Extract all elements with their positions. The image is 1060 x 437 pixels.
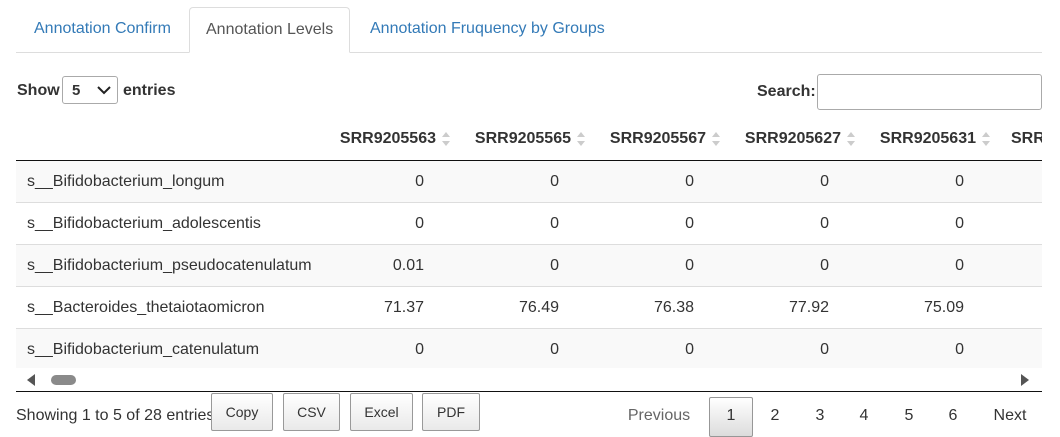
column-header-name[interactable] <box>16 118 316 161</box>
tab-annotation-levels[interactable]: Annotation Levels <box>189 7 351 53</box>
column-header-label: SRR9205627 <box>744 129 841 147</box>
pagination-page[interactable]: 3 <box>805 397 835 435</box>
table-cell: 0 <box>721 160 856 203</box>
pagination-page-current[interactable]: 1 <box>709 397 753 437</box>
table-cell: 0 <box>721 202 856 245</box>
table-cell-name: s__Bifidobacterium_adolescentis <box>16 202 316 245</box>
scrollbar-thumb[interactable] <box>51 375 76 385</box>
table-header-row: SRR9205563 SRR9205565 SRR9205567 SRR9205… <box>16 118 1042 161</box>
table-cell-name: s__Bifidobacterium_longum <box>16 160 316 203</box>
csv-button[interactable]: CSV <box>283 393 340 431</box>
table-cell: 0 <box>451 328 586 368</box>
pdf-button[interactable]: PDF <box>422 393 480 431</box>
column-header[interactable]: SRR9205565 <box>451 118 586 161</box>
column-header[interactable]: SRR9205563 <box>316 118 451 161</box>
pagination-page[interactable]: 2 <box>760 397 790 435</box>
table-cell: 76.49 <box>451 286 586 329</box>
tab-bar: Annotation Confirm Annotation Levels Ann… <box>16 0 1042 53</box>
table-cell <box>991 286 1042 329</box>
entries-select-value: 5 <box>72 82 81 99</box>
column-header[interactable]: SRR9 <box>991 118 1042 161</box>
column-header-label: SRR9205563 <box>339 129 436 147</box>
table-cell: 0 <box>721 244 856 287</box>
table-cell: 0 <box>721 328 856 368</box>
scroll-left-icon[interactable] <box>26 373 36 387</box>
table-cell: 76.38 <box>586 286 721 329</box>
table-cell: 0 <box>316 202 451 245</box>
sort-icon <box>577 131 585 146</box>
pagination-page[interactable]: 6 <box>938 397 968 435</box>
table-cell-name: s__Bacteroides_thetaiotaomicron <box>16 286 316 329</box>
table-cell: 0 <box>586 202 721 245</box>
table-row: s__Bacteroides_thetaiotaomicron 71.37 76… <box>16 286 1042 329</box>
tab-annotation-frequency-by-groups[interactable]: Annotation Fruquency by Groups <box>370 7 605 52</box>
pagination-page[interactable]: 5 <box>894 397 924 435</box>
table-cell <box>991 244 1042 287</box>
table-cell: 75.09 <box>856 286 991 329</box>
table-cell: 0 <box>586 328 721 368</box>
table-cell: 77.92 <box>721 286 856 329</box>
table-cell <box>991 202 1042 245</box>
sort-icon <box>982 131 990 146</box>
scroll-right-icon[interactable] <box>1020 373 1030 387</box>
column-header[interactable]: SRR9205631 <box>856 118 991 161</box>
show-label: Show <box>17 82 60 99</box>
entries-select[interactable]: 5 <box>62 76 118 104</box>
search-input[interactable] <box>817 74 1042 110</box>
table-row: s__Bifidobacterium_adolescentis 0 0 0 0 … <box>16 202 1042 245</box>
table-cell <box>991 160 1042 203</box>
sort-icon <box>847 131 855 146</box>
table-cell: 0 <box>856 244 991 287</box>
table-cell <box>991 328 1042 368</box>
table-cell: 0 <box>856 160 991 203</box>
horizontal-scrollbar[interactable] <box>16 369 1042 391</box>
table-cell-name: s__Bifidobacterium_catenulatum <box>16 328 316 368</box>
table-cell: 0 <box>856 202 991 245</box>
column-header-label: SRR9 <box>1011 129 1042 147</box>
table-cell: 0.01 <box>316 244 451 287</box>
column-header-label: SRR9205631 <box>879 129 976 147</box>
table-cell: 0 <box>451 244 586 287</box>
table-cell: 0 <box>586 160 721 203</box>
table-row: s__Bifidobacterium_pseudocatenulatum 0.0… <box>16 244 1042 287</box>
table-cell: 0 <box>451 160 586 203</box>
chevron-down-icon <box>97 86 111 95</box>
table-cell: 71.37 <box>316 286 451 329</box>
table-cell: 0 <box>586 244 721 287</box>
column-header-label: SRR9205567 <box>609 129 706 147</box>
table-row: s__Bifidobacterium_catenulatum 0 0 0 0 0 <box>16 328 1042 368</box>
pagination-next[interactable]: Next <box>984 397 1036 435</box>
data-table: SRR9205563 SRR9205565 SRR9205567 SRR9205… <box>16 118 1042 368</box>
search-label: Search: <box>757 83 816 100</box>
table-cell: 0 <box>451 202 586 245</box>
tab-annotation-confirm[interactable]: Annotation Confirm <box>34 7 171 52</box>
column-header[interactable]: SRR9205567 <box>586 118 721 161</box>
pagination-page[interactable]: 4 <box>849 397 879 435</box>
table-info: Showing 1 to 5 of 28 entries <box>16 407 215 424</box>
data-table-scroll: SRR9205563 SRR9205565 SRR9205567 SRR9205… <box>16 118 1042 368</box>
table-cell: 0 <box>316 328 451 368</box>
column-header[interactable]: SRR9205627 <box>721 118 856 161</box>
table-footer-border <box>16 391 1042 392</box>
sort-icon <box>712 131 720 146</box>
excel-button[interactable]: Excel <box>350 393 413 431</box>
entries-label: entries <box>123 82 176 99</box>
sort-icon <box>442 131 450 146</box>
table-cell: 0 <box>316 160 451 203</box>
table-cell: 0 <box>856 328 991 368</box>
copy-button[interactable]: Copy <box>211 393 273 431</box>
table-row: s__Bifidobacterium_longum 0 0 0 0 0 <box>16 160 1042 203</box>
table-cell-name: s__Bifidobacterium_pseudocatenulatum <box>16 244 316 287</box>
pagination-previous[interactable]: Previous <box>618 397 700 435</box>
column-header-label: SRR9205565 <box>474 129 571 147</box>
